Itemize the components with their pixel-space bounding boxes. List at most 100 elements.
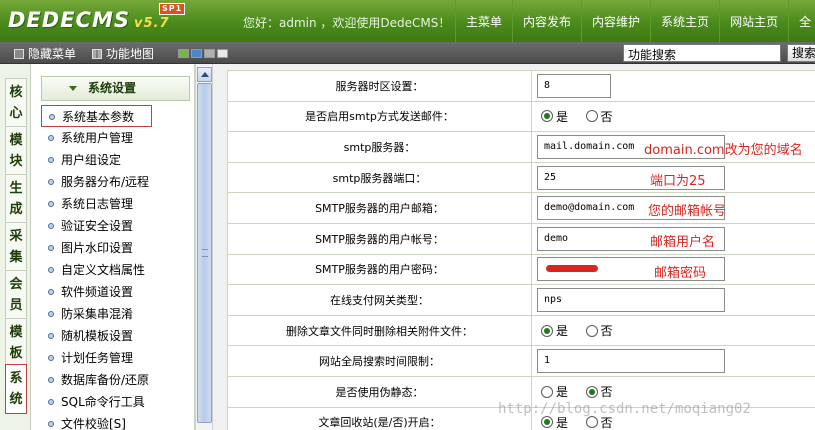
menu-item-label: 服务器分布/远程 (61, 175, 150, 189)
menu-item-label: 验证安全设置 (61, 219, 134, 233)
setting-label: 是否启用smtp方式发送邮件： (227, 100, 532, 133)
pseudo-static-yes-radio[interactable] (541, 385, 553, 398)
menu-item-soft-channel[interactable]: 软件频道设置 (41, 281, 193, 303)
setting-label: 文章回收站(是/否)开启： (227, 406, 532, 430)
radio-label: 否 (600, 109, 613, 124)
setting-label: 是否使用伪静态： (227, 375, 532, 408)
menu-item-security[interactable]: 验证安全设置 (41, 215, 193, 237)
nav-system-home[interactable]: 系统主页 (650, 0, 719, 42)
redaction-scribble (546, 264, 598, 272)
bullet-icon (48, 333, 54, 339)
bullet-icon (48, 377, 54, 383)
skin-swatches (178, 49, 228, 58)
system-menu: 系统设置 系统基本参数 系统用户管理 用户组设定 服务器分布/远程 系统日志管理… (31, 64, 195, 430)
collapse-triangle-icon (69, 86, 77, 91)
tab-core[interactable]: 核心 (5, 78, 27, 128)
setting-label: 在线支付网关类型： (227, 284, 532, 316)
setting-label: SMTP服务器的用户密码： (227, 253, 532, 286)
tab-generate[interactable]: 生成 (5, 174, 27, 224)
table-row: SMTP服务器的用户密码： 邮箱密码 (227, 253, 815, 286)
tab-member[interactable]: 会员 (5, 270, 27, 320)
setting-label: SMTP服务器的用户帐号： (227, 222, 532, 255)
skin-swatch-gray[interactable] (204, 49, 215, 58)
menu-item-doc-attrs[interactable]: 自定义文档属性 (41, 259, 193, 281)
menu-item-db-backup[interactable]: 数据库备份/还原 (41, 369, 193, 391)
scroll-thumb[interactable] (197, 83, 212, 423)
search-time-limit-input[interactable]: 1 (537, 349, 725, 374)
menu-item-label: 图片水印设置 (61, 241, 134, 255)
search-button[interactable]: 搜索 (787, 44, 815, 62)
blog-watermark: http://blog.csdn.net/moqiang02 (498, 401, 751, 417)
tab-template[interactable]: 模板 (5, 318, 27, 368)
menu-item-anti-collect[interactable]: 防采集串混淆 (41, 303, 193, 325)
menu-item-label: 数据库备份/还原 (61, 373, 150, 387)
pseudo-static-no-radio[interactable] (585, 385, 598, 398)
menu-item-sql-tool[interactable]: SQL命令行工具 (41, 391, 193, 413)
tab-system[interactable]: 系统 (5, 364, 27, 414)
bullet-icon (48, 399, 54, 405)
setting-label: 删除文章文件同时删除相关附件文件： (227, 314, 532, 347)
recycle-bin-yes-radio[interactable] (541, 416, 553, 429)
hide-menu-label: 隐藏菜单 (28, 47, 77, 61)
skin-swatch-green[interactable] (178, 49, 189, 58)
nav-main-menu[interactable]: 主菜单 (455, 0, 512, 42)
menu-header[interactable]: 系统设置 (41, 76, 190, 101)
table-row: 在线支付网关类型： nps (227, 284, 815, 316)
nav-site-home[interactable]: 网站主页 (719, 0, 788, 42)
recycle-bin-no-radio[interactable] (585, 416, 598, 429)
hide-menu-button[interactable]: 隐藏菜单 (14, 45, 76, 62)
smtp-enable-no-radio[interactable] (585, 110, 598, 123)
payment-gateway-input[interactable]: nps (537, 287, 725, 312)
settings-table: 服务器时区设置： 8 是否启用smtp方式发送邮件： 是 否 smtp服务器： … (227, 70, 815, 430)
function-map-button[interactable]: 功能地图 (92, 45, 154, 62)
table-row: smtp服务器端口： 25 端口为25 (227, 161, 815, 194)
skin-swatch-light[interactable] (217, 49, 228, 58)
setting-label: smtp服务器端口： (227, 161, 532, 194)
nav-content-publish[interactable]: 内容发布 (512, 0, 581, 42)
bullet-icon (48, 421, 54, 427)
tab-collect[interactable]: 采集 (5, 222, 27, 272)
module-tabs: 核心 模块 生成 采集 会员 模板 系统 (0, 64, 31, 430)
function-search-input[interactable]: 功能搜索 (623, 44, 781, 62)
menu-item-scheduled-tasks[interactable]: 计划任务管理 (41, 347, 193, 369)
menu-item-file-check[interactable]: 文件校验[S] (41, 413, 193, 430)
bullet-icon (48, 223, 54, 229)
menu-scrollbar[interactable] (195, 64, 213, 430)
annotation-note: 端口为25 (650, 173, 706, 189)
menu-item-label: 系统基本参数 (62, 110, 135, 124)
timezone-input[interactable]: 8 (537, 73, 611, 98)
annotation-note: 邮箱用户名 (650, 234, 716, 250)
skin-swatch-blue[interactable] (191, 49, 202, 58)
setting-label: SMTP服务器的用户邮箱： (227, 192, 532, 224)
scroll-up-icon[interactable] (197, 67, 212, 82)
table-row: 网站全局搜索时间限制： 1 (227, 345, 815, 377)
bullet-icon (48, 355, 54, 361)
annotation-note: 邮箱密码 (654, 265, 707, 281)
delete-attachments-yes-radio[interactable] (541, 324, 553, 337)
welcome-text: 您好：admin ，欢迎使用DedeCMS！ (243, 16, 451, 30)
radio-label: 是 (556, 385, 569, 400)
menu-item-watermark[interactable]: 图片水印设置 (41, 237, 193, 259)
menu-item-random-template[interactable]: 随机模板设置 (41, 325, 193, 347)
smtp-enable-yes-radio[interactable] (541, 110, 553, 123)
radio-label: 是 (556, 324, 569, 339)
top-header: DEDECMS v5.7 SP1 您好：admin ，欢迎使用DedeCMS！ 主… (0, 0, 815, 42)
menu-item-server-dist[interactable]: 服务器分布/远程 (41, 171, 193, 193)
delete-attachments-no-radio[interactable] (585, 324, 598, 337)
bullet-icon (48, 201, 54, 207)
table-row: SMTP服务器的用户帐号： demo 邮箱用户名 (227, 222, 815, 255)
function-map-label: 功能地图 (106, 47, 155, 61)
menu-item-basic-params[interactable]: 系统基本参数 (41, 105, 152, 127)
menu-item-users[interactable]: 系统用户管理 (41, 127, 193, 149)
bullet-icon (48, 179, 54, 185)
setting-label: 服务器时区设置： (227, 70, 532, 102)
menu-item-logs[interactable]: 系统日志管理 (41, 193, 193, 215)
bullet-icon (49, 114, 55, 120)
table-row: smtp服务器： mail.domain.com domain.com改为您的域… (227, 131, 815, 163)
menu-item-user-groups[interactable]: 用户组设定 (41, 149, 193, 171)
nav-overflow[interactable]: 全 (788, 0, 815, 42)
table-row: 是否启用smtp方式发送邮件： 是 否 (227, 100, 815, 133)
tab-module[interactable]: 模块 (5, 126, 27, 176)
bullet-icon (48, 289, 54, 295)
nav-content-maintain[interactable]: 内容维护 (581, 0, 650, 42)
